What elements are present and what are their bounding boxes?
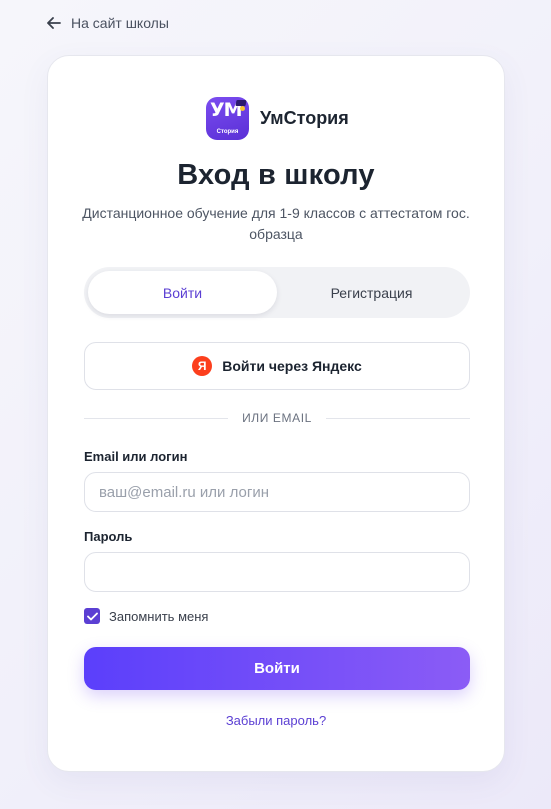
logo-dot: [240, 106, 245, 111]
divider-line-left: [84, 417, 229, 419]
remember-me-checkbox[interactable]: Запомнить меня: [84, 608, 208, 624]
password-label: Пароль: [84, 529, 133, 544]
email-label: Email или логин: [84, 449, 188, 464]
tab-login[interactable]: Войти: [88, 271, 277, 314]
back-to-school-link[interactable]: На сайт школы: [47, 15, 169, 31]
checkbox-checked-icon[interactable]: [84, 608, 100, 624]
or-email-divider: ИЛИ EMAIL: [84, 410, 470, 426]
brand: УМ Стория УмСтория: [206, 97, 349, 140]
school-logo: УМ Стория: [206, 97, 249, 140]
back-link-label: На сайт школы: [71, 15, 169, 31]
login-submit-button[interactable]: Войти: [84, 647, 470, 690]
divider-text: ИЛИ EMAIL: [242, 411, 312, 425]
page-title: Вход в школу: [177, 159, 375, 191]
yandex-icon: Я: [192, 356, 213, 376]
remember-me-label: Запомнить меня: [109, 608, 209, 624]
arrow-left-icon: [47, 17, 61, 29]
password-field[interactable]: [84, 552, 470, 592]
yandex-login-label: Войти через Яндекс: [222, 358, 362, 374]
logo-subtext: Стория: [216, 129, 239, 135]
auth-tabs: Войти Регистрация: [84, 267, 470, 318]
login-card: УМ Стория УмСтория Вход в школу Дистанци…: [47, 55, 505, 772]
yandex-login-button[interactable]: Я Войти через Яндекс: [84, 342, 470, 390]
divider-line-right: [325, 417, 470, 419]
forgot-password-link[interactable]: Забыли пароль?: [48, 713, 504, 728]
tab-register[interactable]: Регистрация: [277, 271, 466, 314]
brand-name: УмСтория: [260, 108, 349, 128]
email-field[interactable]: [84, 472, 470, 512]
page-subtitle: Дистанционное обучение для 1-9 классов с…: [82, 205, 470, 242]
